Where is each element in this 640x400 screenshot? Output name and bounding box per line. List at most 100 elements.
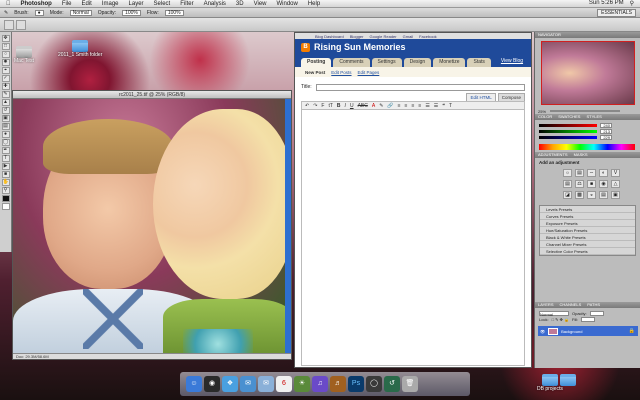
green-slider[interactable] [539,129,597,133]
threshold-icon[interactable]: ◒ [587,191,596,199]
color-tab[interactable]: COLOR [538,114,552,120]
bookmark[interactable]: Gmail [403,34,413,39]
redo-icon[interactable]: ↷ [313,103,317,109]
foreground-color-swatch[interactable] [1,195,10,202]
tab-monetize[interactable]: Monetize [433,58,466,67]
move-tool-icon[interactable]: ✥ [1,35,10,42]
itunes-icon[interactable]: ♫ [312,376,328,392]
swatches-tab[interactable]: SWATCHES [558,114,580,120]
quick-select-tool-icon[interactable]: ✸ [1,59,10,66]
red-value[interactable]: 240 [600,122,612,128]
align-left-icon[interactable]: ≡ [398,103,401,109]
menu-app-name[interactable]: Photoshop [21,1,52,7]
zoom-slider[interactable] [550,110,621,112]
finder-icon[interactable]: ☺ [186,376,202,392]
history-brush-tool-icon[interactable]: ↺ [1,107,10,114]
mode-select[interactable]: Normal [69,9,92,16]
blend-mode-select[interactable]: Normal [539,310,569,317]
bookmark[interactable]: Google Reader [369,34,396,39]
blogger-window[interactable]: Blog Dashboard Blogger Google Reader Gma… [294,32,532,368]
bridge-launch-icon[interactable] [4,20,14,30]
layer-fill-input[interactable] [581,316,596,322]
gradient-map-icon[interactable]: ▤ [599,191,608,199]
photo-canvas[interactable] [13,99,291,355]
invert-icon[interactable]: ◪ [563,191,572,199]
preset-curves[interactable]: Curves Presets [540,213,635,220]
spotlight-icon[interactable]: ⚲ [630,0,634,7]
dodge-tool-icon[interactable]: ◯ [1,139,10,146]
db-projects-folder[interactable]: DB projects [537,374,563,392]
color-spectrum[interactable] [539,144,635,150]
black-white-icon[interactable]: ■ [587,180,596,188]
highlight-icon[interactable]: ✎ [379,103,383,109]
eraser-tool-icon[interactable]: ▣ [1,115,10,122]
ichat-icon[interactable]: ✉ [240,376,256,392]
navigator-tab[interactable]: NAVIGATOR [538,32,561,38]
underline-icon[interactable]: U [350,103,354,109]
blue-slider[interactable] [539,135,597,139]
posterize-icon[interactable]: ▩ [575,191,584,199]
post-body-editor[interactable] [301,110,525,366]
menu-layer[interactable]: Layer [129,1,144,7]
font-size-icon[interactable]: tT [328,103,332,109]
desktop-drive[interactable]: Mac Test [14,46,34,64]
adjustments-tab[interactable]: ADJUSTMENTS [538,152,568,158]
preset-black-white[interactable]: Black & White Presets [540,234,635,241]
menu-select[interactable]: Select [154,1,171,7]
pen-tool-icon[interactable]: ✒ [1,147,10,154]
blogger-logo-icon[interactable]: B [301,42,310,52]
vertical-scrollbar[interactable] [285,99,291,355]
levels-icon[interactable]: ▤ [575,169,584,177]
safari-icon[interactable]: ❖ [222,376,238,392]
remove-format-icon[interactable]: T [449,103,452,109]
stamp-tool-icon[interactable]: ▲ [1,99,10,106]
zoom-value[interactable]: 25% [538,109,546,114]
channels-tab[interactable]: CHANNELS [560,302,582,308]
bold-icon[interactable]: B [337,103,341,109]
channel-mixer-icon[interactable]: △ [611,180,620,188]
blur-tool-icon[interactable]: ● [1,131,10,138]
flow-input[interactable]: 100% [164,9,184,16]
numbered-list-icon[interactable]: ☰ [425,103,429,109]
workspace-switcher[interactable]: ESSENTIALS [597,8,636,17]
tab-posting[interactable]: Posting [301,58,332,67]
preset-exposure[interactable]: Exposure Presets [540,220,635,227]
lasso-tool-icon[interactable]: ○ [1,51,10,58]
desktop-folder-2[interactable] [560,374,576,386]
align-right-icon[interactable]: ≡ [411,103,414,109]
layers-tab[interactable]: LAYERS [538,302,554,308]
menu-help[interactable]: Help [308,1,320,7]
text-color-icon[interactable]: A [372,103,375,109]
healing-tool-icon[interactable]: ✚ [1,83,10,90]
type-tool-icon[interactable]: T [1,155,10,162]
tab-comments[interactable]: Comments [333,58,370,67]
opacity-input[interactable]: 100% [122,9,141,16]
layer-background[interactable]: 👁 Background 🔒 [538,326,638,336]
post-title-input[interactable] [315,83,525,91]
green-value[interactable]: 213 [600,128,612,134]
subtab-edit-pages[interactable]: Edit Pages [358,70,380,75]
desktop-folder[interactable]: 2011_1 Smith folder [58,40,102,58]
font-icon[interactable]: F [321,103,324,109]
menu-filter[interactable]: Filter [180,1,193,7]
background-color-swatch[interactable] [1,203,10,210]
brush-tool-icon[interactable]: ✎ [1,91,10,98]
lock-icons[interactable]: □ ✎ ✥ 🔒 [552,317,569,322]
hand-tool-icon[interactable]: ✋ [1,179,10,186]
preset-levels[interactable]: Levels Presets [540,206,635,213]
brush-size-picker[interactable]: ● [34,9,44,16]
document-window[interactable]: rc2011_25.tif @ 25% (RGB/8) Doc: 29.3M/5… [12,90,292,360]
zoom-tool-icon[interactable]: ⚲ [1,187,10,194]
justify-icon[interactable]: ≡ [418,103,421,109]
menu-image[interactable]: Image [102,1,119,7]
preset-selective-color[interactable]: Selective Color Presets [540,248,635,255]
link-icon[interactable]: 🔗 [387,103,393,109]
menu-view[interactable]: View [254,1,267,7]
photo-filter-icon[interactable]: ◉ [599,180,608,188]
bullet-list-icon[interactable]: ☰ [434,103,438,109]
subtab-edit-posts[interactable]: Edit Posts [331,70,351,75]
eyedropper-tool-icon[interactable]: ✓ [1,75,10,82]
tool-preset-icon[interactable]: ✎ [4,10,8,16]
crop-tool-icon[interactable]: ⌖ [1,67,10,74]
italic-icon[interactable]: I [345,103,346,109]
